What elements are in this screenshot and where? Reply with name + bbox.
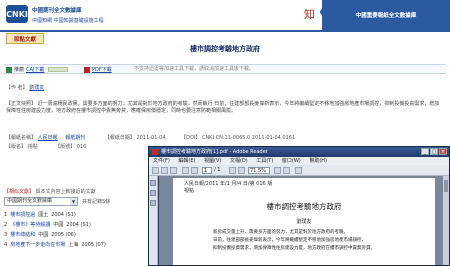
list-item[interactable]: 4 房地產下一步走向在市場 上海 2005 (07) <box>4 240 144 250</box>
zoom-in-icon[interactable] <box>238 167 245 174</box>
list-item[interactable]: 3 樓市總結和 中國 2005 (06) <box>4 230 144 240</box>
minimize-icon[interactable]: _ <box>421 148 429 155</box>
date-key: 【報紙日期】 <box>104 135 135 141</box>
fit-width-icon[interactable] <box>283 167 290 174</box>
pdf-download[interactable]: PDF下載 <box>84 66 112 73</box>
column-key: 【版名】 <box>6 144 27 150</box>
caj-progress-bar <box>48 67 69 72</box>
column-value: 視點 <box>27 144 38 150</box>
logo-name: 中國期刊全文數據庫 <box>32 8 82 14</box>
similar-docs-panel: 【相似文獻】 與本文內容上較接近的文獻 中國期刊全文數據庫 ▼ 共有記錄5條 1… <box>0 188 148 266</box>
reader-menubar: 文件(F) 編輯(E) 視圖(V) 文檔(D) 工具(T) 窗口(W) 幫助(H… <box>149 157 449 165</box>
scrollbar-thumb[interactable] <box>444 180 448 192</box>
menu-file[interactable]: 文件(F) <box>153 158 170 164</box>
zoom-level-input[interactable]: 71.5% <box>248 167 270 174</box>
save-icon[interactable] <box>152 167 159 174</box>
maximize-icon[interactable]: □ <box>430 148 438 155</box>
page-total: / 1 <box>214 167 221 173</box>
reader-toolbar: 1 / 1 71.5% <box>149 165 449 176</box>
cnki-logo[interactable]: CNKI <box>6 5 28 23</box>
caj-icon <box>6 66 12 73</box>
article-title: 樓市調控考驗地方政府 <box>190 45 260 53</box>
print-icon[interactable] <box>161 167 168 174</box>
page-value: 016 <box>76 144 87 150</box>
adobe-reader-window[interactable]: 樓市調控考驗地方政府[1].pdf - Adobe Reader _ □ × 文… <box>148 146 450 266</box>
caj-recommend-label: 推薦 <box>14 67 25 73</box>
page-number-input[interactable]: 1 <box>202 167 212 174</box>
author-link[interactable]: 劉璞友 <box>29 85 44 91</box>
similar-docs-list: 1 樓市調控過 國土 2004 (S1) 2 《樓市》等待解讀 中國 2004 … <box>4 210 144 250</box>
reader-window-title: 樓市調控考驗地方政府[1].pdf - Adobe Reader <box>161 149 268 155</box>
page-key: 【版號】 <box>55 144 76 150</box>
bookmarks-panel-icon[interactable] <box>150 190 156 196</box>
header-divider <box>0 30 450 32</box>
pdf-article-title: 樓市調控考驗地方政府 <box>266 202 342 211</box>
pdf-page: 人民日報/2011 年/1 月/4 日/第 016 版 視點 樓市調控考驗地方政… <box>173 178 435 265</box>
pub-journal-link[interactable]: 報紙期刊 <box>65 134 85 141</box>
menu-tools[interactable]: 工具(T) <box>256 158 273 164</box>
caj-download-link[interactable]: CAJ下載 <box>26 66 44 73</box>
menu-edit[interactable]: 編輯(E) <box>178 158 195 164</box>
download-hint: 不支持迅雷等加速工具下載，請取消加速工具後下載。 <box>134 66 255 72</box>
page-header: 人民日報/2011 年/1 月/4 日/第 016 版 視點 <box>184 181 273 194</box>
chevron-down-icon[interactable]: ▼ <box>70 198 77 205</box>
database-select[interactable]: 中國期刊全文數據庫 <box>4 197 78 206</box>
author-line: 【作 者】 劉璞友 <box>6 84 44 91</box>
svg-text:知: 知 <box>304 7 315 21</box>
fit-page-icon[interactable] <box>274 167 281 174</box>
zoom-out-icon[interactable] <box>229 167 236 174</box>
document-canvas[interactable]: 人民日報/2011 年/1 月/4 日/第 016 版 視點 樓市調控考驗地方政… <box>159 176 449 265</box>
similar-docs-title: 【相似文獻】 與本文內容上較接近的文獻 <box>4 189 96 195</box>
menu-help[interactable]: 幫助(H) <box>309 158 327 164</box>
next-page-icon[interactable] <box>191 167 198 174</box>
pdf-body: 新房成交量上升，需要多方面的努力，尤其是對於地方政府的考驗。 日前，住建部部長姜… <box>204 230 375 251</box>
list-item[interactable]: 1 樓市調控過 國土 2004 (S1) <box>4 210 144 220</box>
pub-key: 【報紙名稱】 <box>6 135 37 141</box>
attachments-panel-icon[interactable] <box>150 200 156 206</box>
vertical-scrollbar[interactable] <box>443 176 449 265</box>
pub-link[interactable]: 人民日報 <box>38 134 58 141</box>
logo-text: 中國期刊全文數據庫 中國知網 中國知識基礎設施工程 <box>32 6 104 24</box>
navigation-pane <box>149 176 158 265</box>
product-banner: 中國重要報紙全文數據庫 <box>322 0 450 30</box>
menu-document[interactable]: 文檔(D) <box>230 158 248 164</box>
window-controls: _ □ × <box>421 148 447 155</box>
pdf-download-link[interactable]: PDF下載 <box>92 66 112 73</box>
abstract-key: 【正文快照】 <box>6 101 37 107</box>
menu-window[interactable]: 窗口(W) <box>282 158 301 164</box>
logo-sub: 中國知網 中國知識基礎設施工程 <box>32 18 104 24</box>
prev-page-icon[interactable] <box>182 167 189 174</box>
doi-value: CNKI:CN:11-0065.0.2011-01-04.0161 <box>201 135 296 141</box>
reader-titlebar[interactable]: 樓市調控考驗地方政府[1].pdf - Adobe Reader _ □ × <box>149 147 449 157</box>
search-icon[interactable] <box>295 167 302 174</box>
pages-panel-icon[interactable] <box>150 180 156 186</box>
pdf-icon <box>84 66 90 73</box>
abstract: 【正文快照】 近一周滬穗民政黨，需要多方面的努力；尤其是對於地方政府的考驗，然而… <box>6 101 444 115</box>
author-key: 【作 者】 <box>6 85 28 91</box>
node-document-tab[interactable]: 節點文獻 <box>6 33 44 44</box>
pdf-app-icon <box>152 149 158 155</box>
doi-key: 【DOI】 <box>181 135 201 141</box>
site-header: CNKI 中國期刊全文數據庫 中國知網 中國知識基礎設施工程 知 中國重要報紙全… <box>0 0 450 30</box>
record-count: 共有記錄5條 <box>82 199 111 205</box>
abstract-text: 近一周滬穗民政黨，需要多方面的努力；尤其是對於地方政府的考驗，然而執行 日前，住… <box>6 101 440 114</box>
menu-view[interactable]: 視圖(V) <box>204 158 221 164</box>
date-value: 2011-01-04 <box>136 135 166 141</box>
caj-download[interactable]: 推薦 CAJ下載 <box>6 66 69 73</box>
list-item[interactable]: 2 《樓市》等待解讀 中國 2004 (S1) <box>4 220 144 230</box>
email-icon[interactable] <box>170 167 177 174</box>
pdf-author: 劉璞友 <box>296 219 312 225</box>
close-icon[interactable]: × <box>439 148 447 155</box>
download-bar: 推薦 CAJ下載 PDF下載 不支持迅雷等加速工具下載，請取消加速工具後下載。 <box>4 64 446 74</box>
